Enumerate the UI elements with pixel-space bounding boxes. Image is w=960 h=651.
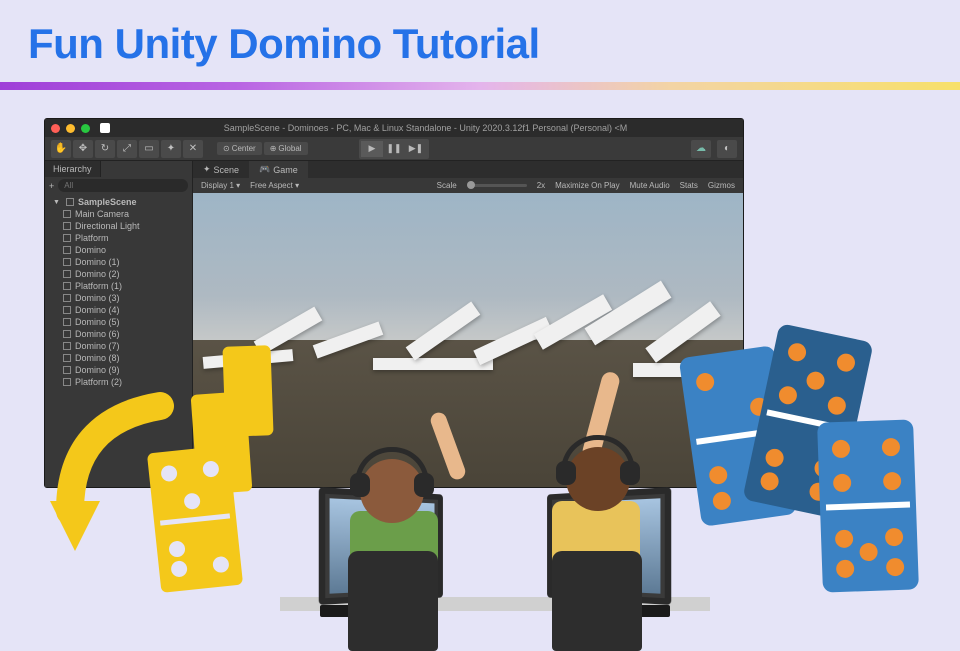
pause-button[interactable]: ❚❚ bbox=[383, 141, 405, 157]
rotate-tool-button[interactable]: ↻ bbox=[95, 140, 115, 158]
pivot-label: Center bbox=[232, 144, 256, 153]
hierarchy-item-label: Domino (3) bbox=[75, 293, 120, 303]
cloud-icon[interactable]: ☁ bbox=[691, 140, 711, 158]
hierarchy-item[interactable]: Domino (4) bbox=[45, 304, 192, 316]
divider-gradient bbox=[0, 82, 960, 90]
hierarchy-item-label: Domino (7) bbox=[75, 341, 120, 351]
close-icon[interactable] bbox=[51, 124, 60, 133]
gameobject-icon bbox=[63, 246, 71, 254]
hierarchy-item-label: Domino (4) bbox=[75, 305, 120, 315]
window-title: SampleScene - Dominoes - PC, Mac & Linux… bbox=[114, 123, 737, 133]
hierarchy-item-label: Platform (2) bbox=[75, 377, 122, 387]
unity-logo-icon bbox=[100, 123, 110, 133]
kids-illustration bbox=[280, 361, 710, 641]
account-button[interactable]: ◐ bbox=[717, 140, 737, 158]
hierarchy-tab[interactable]: Hierarchy bbox=[45, 161, 101, 177]
scene-root-label: SampleScene bbox=[78, 197, 137, 207]
gameobject-icon bbox=[63, 258, 71, 266]
hierarchy-item[interactable]: Platform (2) bbox=[45, 376, 192, 388]
main-toolbar: ✋ ✥ ↻ ⤢ ▭ ✦ ✕ ⊙ Center ⊕ Global ▶ ❚❚ ▶❚ … bbox=[45, 137, 743, 161]
aspect-dropdown[interactable]: Free Aspect ▾ bbox=[250, 181, 299, 190]
gameobject-icon bbox=[63, 294, 71, 302]
gameobject-icon bbox=[63, 210, 71, 218]
hierarchy-item[interactable]: Directional Light bbox=[45, 220, 192, 232]
gameobject-icon bbox=[63, 330, 71, 338]
gameobject-icon bbox=[63, 378, 71, 386]
handle-label: Global bbox=[278, 144, 301, 153]
scale-value: 2x bbox=[537, 181, 545, 190]
pivot-mode-button[interactable]: ⊙ Center bbox=[217, 142, 262, 155]
hierarchy-item-label: Domino (6) bbox=[75, 329, 120, 339]
window-titlebar: SampleScene - Dominoes - PC, Mac & Linux… bbox=[45, 119, 743, 137]
hierarchy-item-label: Main Camera bbox=[75, 209, 129, 219]
maximize-on-play-toggle[interactable]: Maximize On Play bbox=[555, 181, 619, 190]
hierarchy-item-label: Domino bbox=[75, 245, 106, 255]
gizmos-toggle[interactable]: Gizmos bbox=[708, 181, 735, 190]
transform-tool-button[interactable]: ✦ bbox=[161, 140, 181, 158]
gameobject-icon bbox=[63, 234, 71, 242]
hierarchy-item[interactable]: Domino (5) bbox=[45, 316, 192, 328]
gameobject-icon bbox=[63, 306, 71, 314]
add-icon[interactable]: + bbox=[49, 181, 54, 191]
hierarchy-item-label: Domino (5) bbox=[75, 317, 120, 327]
blue-dominoes-illustration bbox=[690, 331, 950, 611]
hierarchy-item[interactable]: Domino bbox=[45, 244, 192, 256]
gameobject-icon bbox=[63, 366, 71, 374]
stats-toggle[interactable]: Stats bbox=[680, 181, 698, 190]
gameobject-icon bbox=[63, 222, 71, 230]
hierarchy-item-label: Domino (2) bbox=[75, 269, 120, 279]
hierarchy-item-label: Domino (1) bbox=[75, 257, 120, 267]
aspect-label: Free Aspect bbox=[250, 181, 293, 190]
hierarchy-item[interactable]: Domino (9) bbox=[45, 364, 192, 376]
hierarchy-item-label: Directional Light bbox=[75, 221, 140, 231]
move-tool-button[interactable]: ✥ bbox=[73, 140, 93, 158]
scale-slider[interactable] bbox=[467, 184, 527, 187]
page-title: Fun Unity Domino Tutorial bbox=[0, 0, 960, 68]
gameobject-icon bbox=[63, 354, 71, 362]
hierarchy-tree: SampleScene Main Camera Directional Light… bbox=[45, 194, 192, 390]
hand-tool-button[interactable]: ✋ bbox=[51, 140, 71, 158]
hierarchy-item[interactable]: Domino (8) bbox=[45, 352, 192, 364]
display-label: Display 1 bbox=[201, 181, 234, 190]
play-button[interactable]: ▶ bbox=[361, 141, 383, 157]
hierarchy-item[interactable]: Domino (7) bbox=[45, 340, 192, 352]
gameobject-icon bbox=[63, 282, 71, 290]
custom-tool-button[interactable]: ✕ bbox=[183, 140, 203, 158]
handle-mode-button[interactable]: ⊕ Global bbox=[264, 142, 308, 155]
gameobject-icon bbox=[63, 270, 71, 278]
minimize-icon[interactable] bbox=[66, 124, 75, 133]
hierarchy-item[interactable]: Domino (2) bbox=[45, 268, 192, 280]
display-dropdown[interactable]: Display 1 ▾ bbox=[201, 181, 240, 190]
step-button[interactable]: ▶❚ bbox=[405, 141, 427, 157]
hierarchy-item-label: Domino (9) bbox=[75, 365, 120, 375]
mute-audio-toggle[interactable]: Mute Audio bbox=[630, 181, 670, 190]
hierarchy-item[interactable]: Main Camera bbox=[45, 208, 192, 220]
hierarchy-item[interactable]: Platform bbox=[45, 232, 192, 244]
game-tab-button[interactable]: 🎮 Game bbox=[249, 161, 308, 178]
scene-tab-button[interactable]: ✦ Scene bbox=[193, 161, 249, 178]
hierarchy-item-label: Domino (8) bbox=[75, 353, 120, 363]
scale-tool-button[interactable]: ⤢ bbox=[117, 140, 137, 158]
scene-tab-label: Scene bbox=[214, 165, 240, 175]
hierarchy-item[interactable]: Domino (3) bbox=[45, 292, 192, 304]
hierarchy-item[interactable]: Domino (6) bbox=[45, 328, 192, 340]
hierarchy-item-label: Platform bbox=[75, 233, 109, 243]
scene-root-item[interactable]: SampleScene bbox=[45, 196, 192, 208]
gameobject-icon bbox=[63, 342, 71, 350]
hierarchy-item[interactable]: Domino (1) bbox=[45, 256, 192, 268]
hierarchy-item[interactable]: Platform (1) bbox=[45, 280, 192, 292]
hierarchy-search-input[interactable] bbox=[58, 179, 188, 192]
maximize-icon[interactable] bbox=[81, 124, 90, 133]
game-tab-label: Game bbox=[273, 165, 298, 175]
hierarchy-item-label: Platform (1) bbox=[75, 281, 122, 291]
hierarchy-panel: Hierarchy + SampleScene Main Camera Direc… bbox=[45, 161, 193, 487]
gameobject-icon bbox=[63, 318, 71, 326]
scale-label: Scale bbox=[437, 181, 457, 190]
window-controls bbox=[51, 124, 90, 133]
rect-tool-button[interactable]: ▭ bbox=[139, 140, 159, 158]
scene-icon bbox=[66, 198, 74, 206]
